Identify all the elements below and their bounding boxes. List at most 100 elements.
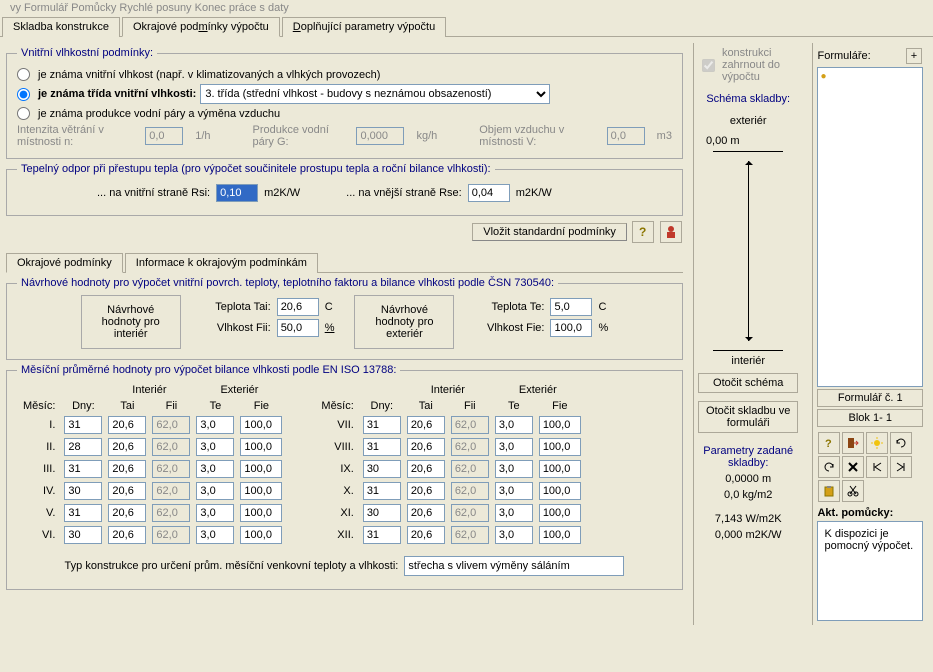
days-input[interactable] — [363, 482, 401, 500]
insert-std-button[interactable]: Vložit standardní podmínky — [472, 223, 627, 241]
exit-icon[interactable] — [842, 432, 864, 454]
te-input[interactable] — [495, 460, 533, 478]
te-input[interactable] — [550, 298, 592, 316]
fie-input[interactable] — [550, 319, 592, 337]
schema-zero: 0,00 m — [706, 135, 740, 147]
cut-icon[interactable] — [842, 480, 864, 502]
sun-icon[interactable] — [866, 432, 888, 454]
fie-input[interactable] — [539, 482, 581, 500]
vol-label: Objem vzduchu v místnosti V: — [479, 124, 594, 148]
delete-icon[interactable] — [842, 456, 864, 478]
fie-input[interactable] — [539, 460, 581, 478]
te-input[interactable] — [196, 526, 234, 544]
days-input[interactable] — [64, 504, 102, 522]
te-input[interactable] — [495, 504, 533, 522]
te-input[interactable] — [196, 504, 234, 522]
fii-input — [451, 438, 489, 456]
fie-input[interactable] — [240, 482, 282, 500]
te-input[interactable] — [196, 460, 234, 478]
rotate-form-button[interactable]: Otočit skladbu ve formuláři — [698, 401, 798, 433]
subtab-info[interactable]: Informace k okrajovým podmínkám — [125, 253, 318, 273]
days-input[interactable] — [363, 416, 401, 434]
vol-unit: m3 — [657, 130, 672, 142]
fie-input[interactable] — [539, 526, 581, 544]
days-input[interactable] — [363, 438, 401, 456]
rse-input[interactable] — [468, 184, 510, 202]
radio-humidity-class[interactable] — [17, 88, 30, 101]
tab-okrajove[interactable]: Okrajové podmínky výpočtu — [122, 17, 280, 37]
tai-input[interactable] — [108, 460, 146, 478]
tai-input[interactable] — [108, 482, 146, 500]
fie-input[interactable] — [539, 504, 581, 522]
days-input[interactable] — [363, 504, 401, 522]
help-icon[interactable]: ? — [818, 432, 840, 454]
constr-type-select[interactable] — [404, 556, 624, 576]
add-form-button[interactable]: + — [906, 48, 922, 64]
unit-pct: % — [598, 322, 608, 334]
tab-doplnujici[interactable]: Doplňující parametry výpočtu — [282, 17, 446, 37]
te-input[interactable] — [196, 482, 234, 500]
fii-input[interactable] — [277, 319, 319, 337]
te-input[interactable] — [495, 438, 533, 456]
forms-panel: Formuláře: + ● Formulář č. 1 Blok 1- 1 ?… — [812, 43, 927, 625]
tai-input[interactable] — [407, 460, 445, 478]
days-input[interactable] — [64, 460, 102, 478]
fie-input[interactable] — [539, 438, 581, 456]
days-input[interactable] — [64, 416, 102, 434]
fii-input — [451, 526, 489, 544]
fie-input[interactable] — [240, 460, 282, 478]
tai-input[interactable] — [407, 504, 445, 522]
param-u: 7,143 W/m2K — [715, 513, 782, 525]
svg-text:?: ? — [825, 438, 832, 449]
te-input[interactable] — [196, 438, 234, 456]
tai-input[interactable] — [277, 298, 319, 316]
te-input[interactable] — [196, 416, 234, 434]
person-icon[interactable] — [660, 221, 682, 243]
te-input[interactable] — [495, 482, 533, 500]
days-input[interactable] — [64, 482, 102, 500]
design-exterior-box: Návrhové hodnoty pro exteriér — [354, 295, 454, 349]
tab-skladba[interactable]: Skladba konstrukce — [2, 17, 120, 37]
tai-input[interactable] — [407, 416, 445, 434]
resistance-group: Tepelný odpor při přestupu tepla (pro vý… — [6, 163, 683, 216]
days-input[interactable] — [363, 460, 401, 478]
redo-icon[interactable] — [818, 456, 840, 478]
days-input[interactable] — [363, 526, 401, 544]
schema-sidebar: konstrukci zahrnout do výpočtu Schéma sk… — [693, 43, 803, 625]
rotate-schema-button[interactable]: Otočit schéma — [698, 373, 798, 393]
help-icon[interactable]: ? — [632, 221, 654, 243]
form-list[interactable]: ● — [817, 67, 923, 387]
tai-label: Teplota Tai: — [201, 301, 271, 313]
fie-input[interactable] — [240, 526, 282, 544]
radio-known-humidity[interactable] — [17, 68, 30, 81]
subtab-conditions[interactable]: Okrajové podmínky — [6, 253, 123, 273]
fie-input[interactable] — [240, 438, 282, 456]
month-label: I. — [17, 414, 61, 436]
days-input[interactable] — [64, 438, 102, 456]
fii-input — [152, 416, 190, 434]
paste-icon[interactable] — [818, 480, 840, 502]
humidity-class-select[interactable]: 3. třída (střední vlhkost - budovy s nez… — [200, 84, 550, 104]
days-input[interactable] — [64, 526, 102, 544]
te-input[interactable] — [495, 416, 533, 434]
tai-input[interactable] — [108, 438, 146, 456]
tai-input[interactable] — [407, 482, 445, 500]
fie-input[interactable] — [539, 416, 581, 434]
te-input[interactable] — [495, 526, 533, 544]
last-icon[interactable] — [890, 456, 912, 478]
radio-vapor-prod[interactable] — [17, 107, 30, 120]
tai-input[interactable] — [108, 504, 146, 522]
fie-input[interactable] — [240, 416, 282, 434]
block-number: Blok 1- 1 — [817, 409, 923, 427]
tai-input[interactable] — [407, 438, 445, 456]
tab-label: Okrajové podmínky výpočtu — [133, 21, 269, 33]
fie-input[interactable] — [240, 504, 282, 522]
rsi-input[interactable] — [216, 184, 258, 202]
fii-input — [451, 482, 489, 500]
refresh-icon[interactable] — [890, 432, 912, 454]
form-number: Formulář č. 1 — [817, 389, 923, 407]
first-icon[interactable] — [866, 456, 888, 478]
tai-input[interactable] — [108, 416, 146, 434]
tai-input[interactable] — [108, 526, 146, 544]
tai-input[interactable] — [407, 526, 445, 544]
